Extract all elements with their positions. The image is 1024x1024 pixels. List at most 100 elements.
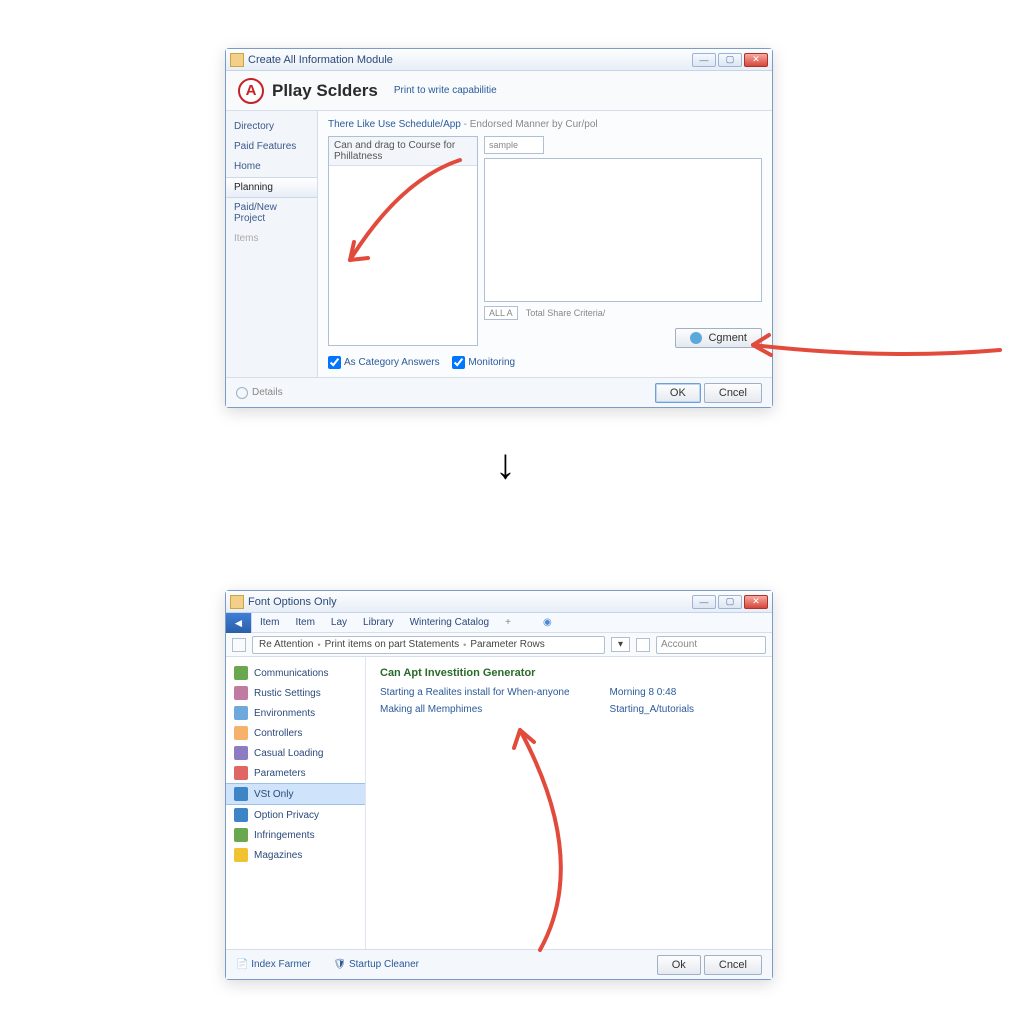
checkbox-a[interactable]: As Category Answers <box>328 357 440 368</box>
sidebar-item[interactable]: Infringements <box>226 825 365 845</box>
search-placeholder: Account <box>661 639 697 650</box>
sidebar-item[interactable]: Option Privacy <box>226 805 365 825</box>
sidebar-item-label: Rustic Settings <box>254 688 321 699</box>
task-link[interactable]: Starting_A/tutorials <box>610 704 695 715</box>
cancel-button[interactable]: Cncel <box>704 955 762 975</box>
sidebar-item-label: Environments <box>254 708 315 719</box>
sidebar-item[interactable]: Environments <box>226 703 365 723</box>
sidebar-item-label: Infringements <box>254 830 315 841</box>
sidebar-item-label: Communications <box>254 668 328 679</box>
sidebar-item[interactable]: Items <box>226 229 317 249</box>
sidebar-item[interactable]: Communications <box>226 663 365 683</box>
options-row: As Category Answers Monitoring <box>328 356 762 369</box>
sidebar-item[interactable]: Paid/New Project <box>226 198 317 229</box>
w1-header: A Pllay Sclders Print to write capabilit… <box>226 71 772 111</box>
sidebar-item[interactable]: Casual Loading <box>226 743 365 763</box>
maximize-button[interactable]: ▢ <box>718 53 742 67</box>
maximize-button[interactable]: ▢ <box>718 595 742 609</box>
sidebar-item[interactable]: Magazines <box>226 845 365 865</box>
comment-button-label: Cgment <box>708 332 747 344</box>
menu-item[interactable]: Item <box>252 617 287 628</box>
sidebar-item[interactable]: Home <box>226 157 317 177</box>
folder-icon <box>230 53 244 67</box>
w2-footer: 📄 Index Farmer 🛡 Startup Cleaner Ok Cnce… <box>226 949 772 979</box>
back-button[interactable]: ◄ <box>226 613 252 633</box>
task-link[interactable]: Starting a Realites install for When-any… <box>380 687 570 698</box>
task-link[interactable]: Making all Memphimes <box>380 704 570 715</box>
checkbox-b-label: Monitoring <box>468 357 515 368</box>
sidebar-item[interactable]: Parameters <box>226 763 365 783</box>
category-icon <box>234 706 248 720</box>
app-icon <box>230 595 244 609</box>
section-sub: - Endorsed Manner by Cur/pol <box>464 119 598 130</box>
footer-link[interactable]: 📄 Index Farmer <box>236 959 321 970</box>
menu-bar: ◄ Item Item Lay Library Wintering Catalo… <box>226 613 772 633</box>
checkbox-a-label: As Category Answers <box>344 357 440 368</box>
close-button[interactable]: ✕ <box>744 53 768 67</box>
w1-footer: Details OK Cncel <box>226 377 772 407</box>
minimize-button[interactable]: — <box>692 53 716 67</box>
person-icon <box>690 332 702 344</box>
category-icon <box>234 808 248 822</box>
footer-link-label: Index Farmer <box>251 959 310 970</box>
w2-sidebar: Communications Rustic Settings Environme… <box>226 657 366 949</box>
tag-chip[interactable]: ALL A <box>484 306 518 320</box>
menu-item[interactable]: Lay <box>323 617 355 628</box>
view-dropdown[interactable]: ▾ <box>611 637 630 652</box>
w1-main: There Like Use Schedule/App - Endorsed M… <box>318 111 772 377</box>
w1-window-title: Create All Information Module <box>248 54 393 66</box>
menu-chevron-icon: + <box>497 617 519 628</box>
comment-button[interactable]: Cgment <box>675 328 762 348</box>
category-list[interactable]: Can and drag to Course for Phillatness <box>328 136 478 346</box>
cancel-button[interactable]: Cncel <box>704 383 762 403</box>
w2-window-title: Font Options Only <box>248 596 337 608</box>
refresh-icon[interactable] <box>636 638 650 652</box>
menu-item[interactable]: Wintering Catalog <box>402 617 497 628</box>
section-label: There Like Use Schedule/App <box>328 119 461 130</box>
breadcrumb[interactable]: Re Attention• Print items on part Statem… <box>252 636 605 654</box>
w2-titlebar[interactable]: Font Options Only — ▢ ✕ <box>226 591 772 613</box>
crumb-part[interactable]: Print items on part Statements <box>325 639 460 650</box>
sidebar-item-label: Controllers <box>254 728 302 739</box>
category-icon <box>234 766 248 780</box>
up-icon[interactable] <box>232 638 246 652</box>
category-icon <box>234 666 248 680</box>
sidebar-item[interactable]: Directory <box>226 117 317 137</box>
checkbox-b[interactable]: Monitoring <box>452 357 515 368</box>
crumb-part[interactable]: Parameter Rows <box>470 639 544 650</box>
menu-item[interactable]: Item <box>287 617 322 628</box>
sidebar-item[interactable]: Paid Features <box>226 137 317 157</box>
share-criteria-label: Total Share Criteria/ <box>526 308 606 318</box>
app-title: Pllay Sclders <box>272 81 378 101</box>
search-input[interactable]: Account <box>656 636 766 654</box>
category-icon <box>234 726 248 740</box>
crumb-part[interactable]: Re Attention <box>259 639 313 650</box>
section-heading: Can Apt Investition Generator <box>380 667 758 679</box>
info-icon <box>236 387 248 399</box>
close-button[interactable]: ✕ <box>744 595 768 609</box>
sidebar-item[interactable]: VSt Only <box>226 783 365 805</box>
ok-button[interactable]: Ok <box>657 955 701 975</box>
minimize-button[interactable]: — <box>692 595 716 609</box>
task-link[interactable]: Morning 8 0:48 <box>610 687 695 698</box>
sidebar-item[interactable]: Controllers <box>226 723 365 743</box>
ok-button[interactable]: OK <box>655 383 701 403</box>
sample-dropdown[interactable]: sample <box>484 136 544 154</box>
footer-hint: Details <box>252 387 283 398</box>
header-link[interactable]: Print to write capabilitie <box>394 85 497 96</box>
help-icon[interactable]: ◉ <box>535 617 560 628</box>
sidebar-item[interactable]: Rustic Settings <box>226 683 365 703</box>
category-icon <box>234 787 248 801</box>
sidebar-item-label: Magazines <box>254 850 302 861</box>
category-icon <box>234 848 248 862</box>
menu-item[interactable]: Library <box>355 617 402 628</box>
footer-link[interactable]: 🛡 Startup Cleaner <box>333 959 429 970</box>
sidebar-item-label: VSt Only <box>254 789 293 800</box>
annotation-arrow-icon <box>745 320 1005 370</box>
app-logo-icon: A <box>238 78 264 104</box>
description-textarea[interactable] <box>484 158 762 302</box>
w1-titlebar[interactable]: Create All Information Module — ▢ ✕ <box>226 49 772 71</box>
list-header: Can and drag to Course for Phillatness <box>329 137 477 166</box>
sidebar-item[interactable]: Planning <box>226 177 317 198</box>
address-bar: Re Attention• Print items on part Statem… <box>226 633 772 657</box>
